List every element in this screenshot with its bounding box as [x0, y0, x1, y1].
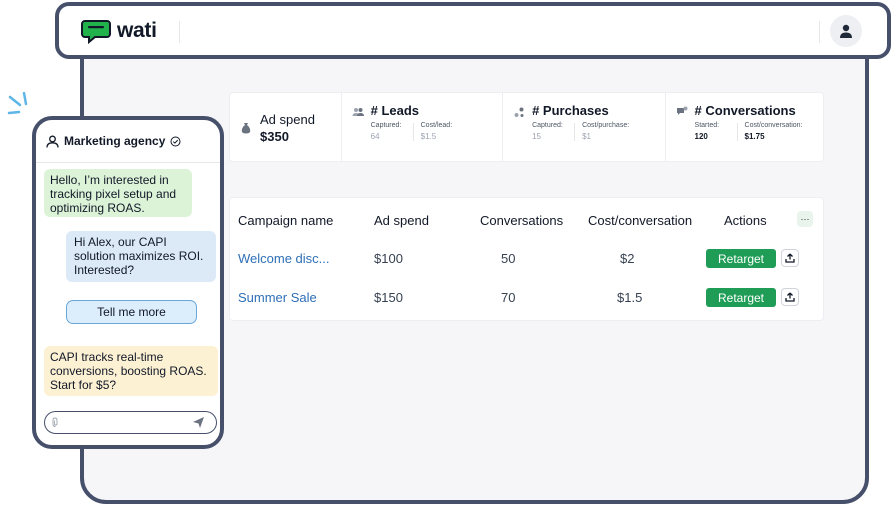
chat-icon	[676, 106, 688, 115]
stats-bar: Ad spend $350 # Leads Captured: 64 Cost/…	[229, 92, 824, 162]
cell-cost: $1.5	[617, 290, 643, 305]
stat-label: Ad spend	[260, 112, 315, 127]
campaign-name-link[interactable]: Summer Sale	[238, 290, 317, 305]
column-header-campaign-name[interactable]: Campaign name	[238, 213, 333, 228]
cell-ad-spend: $150	[374, 290, 403, 305]
stat-sub-value: $1.5	[420, 132, 437, 141]
column-header-conversations[interactable]: Conversations	[480, 213, 563, 228]
money-bag-icon	[241, 123, 251, 134]
stat-sub-label: Cost/conversation:	[744, 122, 803, 129]
verified-icon	[170, 136, 181, 146]
divider	[412, 123, 414, 141]
column-header-actions: Actions	[724, 213, 767, 228]
cell-conversations: 70	[501, 290, 516, 305]
divider	[36, 162, 220, 163]
export-button[interactable]	[781, 249, 799, 267]
more-options-button[interactable]: ···	[797, 211, 813, 227]
quick-reply-button[interactable]: Tell me more	[66, 300, 197, 324]
chat-header: Marketing agency	[46, 134, 181, 148]
stat-sub-label: Cost/lead:	[420, 122, 453, 129]
people-icon	[352, 108, 364, 116]
stat-title: # Purchases	[532, 103, 609, 118]
outgoing-message: CAPI tracks real-time conversions, boost…	[44, 346, 218, 396]
logo-text: wati	[117, 19, 157, 42]
upload-icon	[785, 292, 795, 302]
upload-icon	[785, 253, 795, 263]
stat-purchases: # Purchases Captured: 15 Cost/purchase: …	[503, 93, 666, 161]
divider	[574, 123, 576, 141]
stat-sub-value: 120	[694, 132, 708, 141]
stat-sub-value: $1	[582, 132, 591, 141]
user-icon	[46, 135, 59, 148]
sparkle-icon	[7, 92, 28, 115]
export-button[interactable]	[781, 288, 799, 306]
stat-leads: # Leads Captured: 64 Cost/lead: $1.5	[342, 93, 504, 161]
avatar[interactable]	[830, 15, 862, 47]
campaign-name-link[interactable]: Welcome disc...	[238, 251, 330, 266]
stat-sub-value: $1.75	[744, 132, 765, 141]
stat-sub-value: 64	[370, 132, 380, 141]
campaigns-table: Campaign name Ad spend Conversations Cos…	[229, 197, 824, 321]
stat-sub-value: 15	[532, 132, 541, 141]
top-bar: wati	[55, 2, 891, 59]
column-header-cost-conversation[interactable]: Cost/conversation	[588, 213, 692, 228]
logo[interactable]: wati	[81, 18, 157, 45]
attachment-icon[interactable]	[52, 417, 59, 428]
divider	[819, 21, 820, 43]
divider	[179, 21, 180, 43]
stat-sub-label: Captured:	[370, 122, 402, 129]
stat-sub-label: Cost/purchase:	[582, 122, 630, 129]
outgoing-message: Hi Alex, our CAPI solution maximizes ROI…	[66, 231, 216, 282]
chat-panel: Marketing agency Hello, I’m interested i…	[32, 116, 224, 449]
stat-sub-label: Started:	[694, 122, 720, 129]
chat-title: Marketing agency	[64, 134, 166, 148]
column-header-ad-spend[interactable]: Ad spend	[374, 213, 429, 228]
stat-value: $350	[260, 129, 289, 144]
stat-conversations: # Conversations Started: 120 Cost/conver…	[666, 93, 823, 161]
send-icon[interactable]	[192, 416, 205, 429]
stat-title: # Leads	[370, 103, 420, 118]
cart-icon	[514, 107, 524, 117]
cell-ad-spend: $100	[374, 251, 403, 266]
stat-sub-label: Captured:	[532, 122, 563, 129]
user-icon	[840, 24, 852, 38]
incoming-message: Hello, I’m interested in tracking pixel …	[44, 169, 192, 217]
stat-title: # Conversations	[694, 103, 796, 118]
cell-conversations: 50	[501, 251, 516, 266]
retarget-button[interactable]: Retarget	[706, 288, 776, 307]
cell-cost: $2	[620, 251, 635, 266]
wati-logo-icon	[81, 18, 111, 45]
message-input[interactable]	[44, 411, 217, 434]
stat-ad-spend: Ad spend $350	[230, 93, 342, 161]
divider	[736, 123, 738, 141]
retarget-button[interactable]: Retarget	[706, 249, 776, 268]
